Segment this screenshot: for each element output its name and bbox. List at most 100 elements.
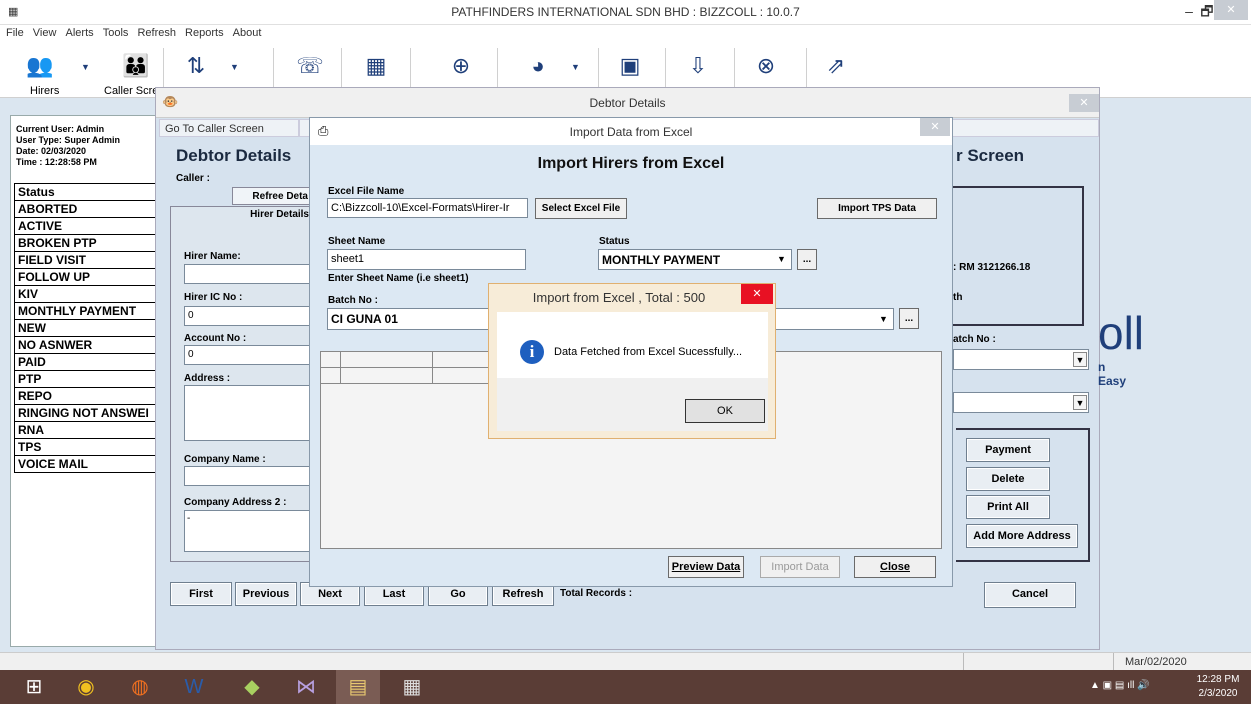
status-item[interactable]: NO ASNWER — [14, 337, 166, 354]
download-icon[interactable]: ⇩ — [680, 50, 716, 82]
previous-button[interactable]: Previous — [235, 582, 297, 606]
calculator-icon[interactable]: ▦ — [358, 50, 394, 82]
summary-box — [951, 186, 1084, 326]
first-button[interactable]: First — [170, 582, 232, 606]
status-item[interactable]: KIV — [14, 286, 166, 303]
caller-icon[interactable]: 👪 — [118, 50, 154, 82]
phone-icon[interactable]: ☏ — [292, 50, 328, 82]
chevron-down-icon[interactable]: ▼ — [1073, 395, 1087, 410]
hirer-ic-label: Hirer IC No : — [184, 292, 243, 303]
menu-refresh[interactable]: Refresh — [137, 25, 176, 42]
status-item[interactable]: ABORTED — [14, 201, 166, 218]
ok-button[interactable]: OK — [685, 399, 765, 423]
menu-tools[interactable]: Tools — [103, 25, 129, 42]
import-message-box: Import from Excel , Total : 500 ✕ i Data… — [488, 283, 776, 439]
menu-file[interactable]: File — [6, 25, 24, 42]
close-icon[interactable]: ✕ — [1069, 94, 1099, 112]
close-icon[interactable]: ✕ — [741, 284, 773, 304]
file-explorer-icon[interactable]: ▤ — [336, 670, 380, 704]
grid-cell[interactable] — [433, 368, 493, 384]
chevron-down-icon[interactable]: ▼ — [1073, 352, 1087, 367]
status-item[interactable]: MONTHLY PAYMENT — [14, 303, 166, 320]
company-name-label: Company Name : — [184, 454, 266, 465]
payment-button[interactable]: Payment — [966, 438, 1050, 462]
chevron-down-icon[interactable]: ▼ — [230, 62, 239, 72]
close-window-button[interactable]: ✕ — [1214, 0, 1248, 20]
toolbar-divider — [806, 48, 807, 90]
hirer-name-field[interactable] — [184, 264, 310, 284]
bizzcoll-taskbar-icon[interactable]: ▦ — [390, 670, 434, 704]
hirer-ic-field[interactable]: 0 — [184, 306, 310, 326]
address-field[interactable] — [184, 385, 310, 441]
go-to-caller-button[interactable]: Go To Caller Screen — [159, 119, 299, 137]
debtor-heading: Debtor Details — [176, 146, 292, 165]
message-text: Data Fetched from Excel Sucessfully... — [554, 346, 743, 358]
delete-button[interactable]: Delete — [966, 467, 1050, 491]
grid-cell[interactable] — [341, 368, 433, 384]
print-all-button[interactable]: Print All — [966, 495, 1050, 519]
import-data-button[interactable]: Import Data — [760, 556, 840, 578]
import-window-title: Import Data from Excel — [569, 125, 693, 139]
visual-studio-icon[interactable]: ⋈ — [284, 670, 328, 704]
chrome-icon[interactable]: ◉ — [64, 670, 108, 704]
title-bar: ▦ PATHFINDERS INTERNATIONAL SDN BHD : BI… — [0, 0, 1251, 25]
status-item[interactable]: FOLLOW UP — [14, 269, 166, 286]
logo-text: oll — [1098, 307, 1145, 359]
menu-view[interactable]: View — [33, 25, 57, 42]
status-item[interactable]: BROKEN PTP — [14, 235, 166, 252]
system-tray[interactable]: ▲ ▣ ▤ ıll 🔊 — [1090, 680, 1150, 691]
status-select[interactable] — [953, 392, 1089, 413]
close-icon[interactable]: ✕ — [920, 118, 950, 136]
firefox-icon[interactable]: ◍ — [118, 670, 162, 704]
select-excel-file-button[interactable]: Select Excel File — [535, 198, 627, 219]
tab-hirer[interactable]: Hirer Details — [216, 206, 312, 224]
sheet-name-field[interactable]: sheet1 — [327, 249, 526, 270]
caller-label: Caller : — [176, 173, 210, 184]
status-item[interactable]: RINGING NOT ANSWEI — [14, 405, 166, 422]
status-item[interactable]: REPO — [14, 388, 166, 405]
account-no-field[interactable]: 0 — [184, 345, 310, 365]
chevron-down-icon[interactable]: ▼ — [571, 62, 580, 72]
taskbar-time: 12:28 PM — [1196, 674, 1240, 685]
status-item[interactable]: NEW — [14, 320, 166, 337]
company-address-field[interactable]: - — [184, 510, 310, 552]
add-more-address-button[interactable]: Add More Address — [966, 524, 1078, 548]
cancel-button[interactable]: Cancel — [984, 582, 1076, 608]
preview-data-button[interactable]: Preview Data — [668, 556, 744, 578]
chevron-down-icon[interactable]: ▼ — [81, 62, 90, 72]
excel-file-field[interactable]: C:\Bizzcoll-10\Excel-Formats\Hirer-Ir — [327, 198, 528, 218]
card-icon[interactable]: ▣ — [612, 50, 648, 82]
batch-more-button[interactable]: ... — [899, 308, 919, 329]
status-item[interactable]: ACTIVE — [14, 218, 166, 235]
tab-refree[interactable]: Refree Deta — [232, 187, 312, 205]
chevron-down-icon[interactable]: ▼ — [774, 252, 789, 267]
menu-alerts[interactable]: Alerts — [66, 25, 94, 42]
toolbar-divider — [341, 48, 342, 90]
status-item[interactable]: TPS — [14, 439, 166, 456]
search-icon[interactable]: ⊕ — [443, 50, 479, 82]
status-item[interactable]: PAID — [14, 354, 166, 371]
hirers-icon[interactable]: 👥 — [22, 50, 58, 82]
company-name-field[interactable] — [184, 466, 310, 486]
batch-no-select[interactable] — [953, 349, 1089, 370]
close-circle-icon[interactable]: ⊗ — [748, 50, 784, 82]
app-icon[interactable]: ◆ — [230, 670, 274, 704]
menu-about[interactable]: About — [233, 25, 262, 42]
status-item[interactable]: RNA — [14, 422, 166, 439]
word-icon[interactable]: W — [172, 670, 216, 704]
share-icon[interactable]: ⇗ — [818, 50, 854, 82]
menu-reports[interactable]: Reports — [185, 25, 224, 42]
status-item[interactable]: PTP — [14, 371, 166, 388]
close-button[interactable]: Close — [854, 556, 936, 578]
chevron-down-icon[interactable]: ▼ — [876, 312, 891, 327]
sort-icon[interactable]: ⇅ — [178, 50, 214, 82]
caller-screen-label: Caller Scre — [104, 85, 159, 97]
import-tps-button[interactable]: Import TPS Data — [817, 198, 937, 219]
status-more-button[interactable]: ... — [797, 249, 817, 270]
status-item[interactable]: FIELD VISIT — [14, 252, 166, 269]
status-select[interactable]: MONTHLY PAYMENT — [598, 249, 792, 270]
windows-start-icon[interactable]: ⊞ — [12, 670, 56, 704]
status-item[interactable]: VOICE MAIL — [14, 456, 166, 473]
pie-chart-icon[interactable]: ◕ — [520, 50, 556, 82]
toolbar-divider — [163, 48, 164, 90]
